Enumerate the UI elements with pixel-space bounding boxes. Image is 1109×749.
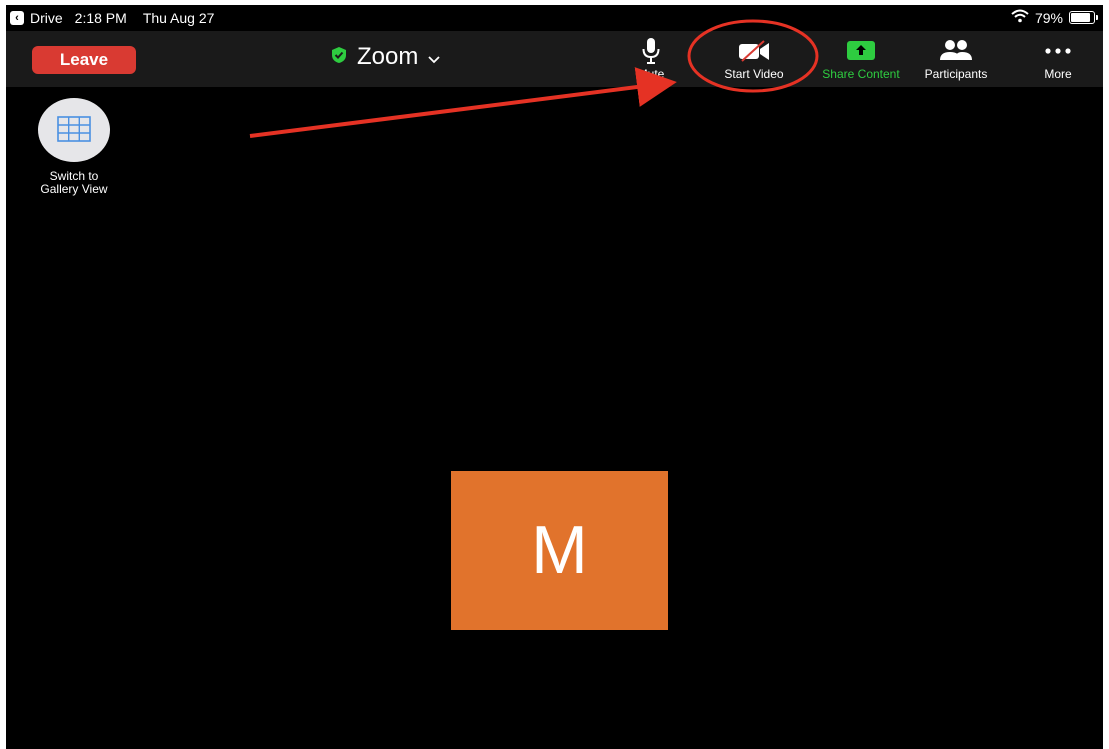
back-app-label[interactable]: Drive bbox=[30, 10, 63, 26]
status-time: 2:18 PM bbox=[74, 10, 127, 26]
share-screen-icon bbox=[813, 37, 909, 65]
battery-icon bbox=[1069, 11, 1098, 24]
battery-percent: 79% bbox=[1034, 9, 1063, 26]
wifi-icon bbox=[1011, 9, 1029, 26]
status-left: ‹ Drive 2:18 PM Thu Aug 27 bbox=[10, 10, 214, 26]
zoom-meeting-screen: ‹ Drive 2:18 PM Thu Aug 27 79% Leave Zoo… bbox=[6, 5, 1103, 749]
gallery-circle bbox=[38, 98, 110, 162]
annotation-overlay bbox=[249, 19, 819, 138]
annotation-arrow bbox=[249, 67, 677, 138]
back-to-app-icon[interactable]: ‹ bbox=[10, 11, 24, 25]
participants-label: Participants bbox=[924, 67, 988, 81]
mute-label: Mute bbox=[637, 67, 665, 81]
leave-button[interactable]: Leave bbox=[32, 46, 136, 74]
shield-check-icon bbox=[331, 43, 347, 71]
more-label: More bbox=[1044, 67, 1072, 81]
chevron-down-icon bbox=[428, 43, 440, 71]
more-dots-icon bbox=[1010, 37, 1103, 65]
start-video-label: Start Video bbox=[724, 67, 784, 81]
meeting-title-button[interactable]: Zoom bbox=[331, 43, 440, 71]
meeting-title: Zoom bbox=[357, 43, 419, 70]
participants-icon bbox=[908, 37, 1004, 65]
mute-button[interactable]: Mute bbox=[603, 37, 699, 85]
more-button[interactable]: More bbox=[1010, 37, 1103, 85]
video-off-icon bbox=[706, 37, 802, 65]
meeting-toolbar: Leave Zoom Mute Start Video Share Conten… bbox=[6, 31, 1103, 87]
participant-avatar: M bbox=[451, 471, 668, 630]
share-content-button[interactable]: Share Content bbox=[813, 37, 909, 85]
status-bar: ‹ Drive 2:18 PM Thu Aug 27 79% bbox=[6, 5, 1103, 31]
grid-icon bbox=[57, 115, 91, 145]
start-video-button[interactable]: Start Video bbox=[706, 37, 802, 85]
microphone-icon bbox=[603, 37, 699, 65]
switch-gallery-view-button[interactable]: Switch to Gallery View bbox=[25, 98, 123, 196]
participants-button[interactable]: Participants bbox=[908, 37, 1004, 85]
share-content-label: Share Content bbox=[822, 67, 900, 81]
status-date: Thu Aug 27 bbox=[142, 10, 215, 26]
gallery-label-line2: Gallery View bbox=[40, 182, 108, 196]
battery-fill bbox=[1071, 13, 1090, 22]
status-right: 79% bbox=[1011, 9, 1098, 26]
